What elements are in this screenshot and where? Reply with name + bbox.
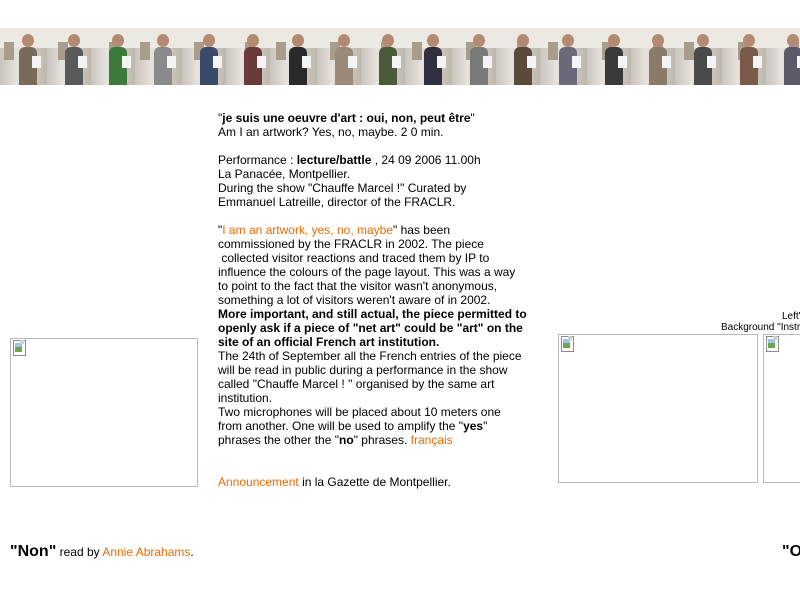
mic-2a: from another. One will be used to amplif…: [218, 419, 464, 433]
banner-photo: [47, 28, 91, 85]
broken-image-icon: [12, 340, 26, 356]
during-line: During the show "Chauffe Marcel !" Curat…: [218, 181, 467, 195]
venue: La Panacée, Montpellier.: [218, 167, 351, 181]
artwork-desc-3: collected visitor reactions and traced t…: [218, 251, 490, 265]
important-1: More important, and still actual, the pi…: [218, 307, 538, 321]
banner-photo: [675, 28, 722, 85]
banner-photo: [766, 28, 800, 85]
right-image: [763, 334, 800, 483]
mic-3: phrases the other the "no" phrases. fran…: [218, 433, 538, 447]
artwork-line-rest: " has been: [393, 223, 450, 237]
middle-image: [558, 334, 758, 483]
artwork-desc-6: something a lot of visitors weren't awar…: [218, 293, 491, 307]
perf-date: , 24 09 2006 11.00h: [371, 153, 481, 167]
artwork-line: "I am an artwork, yes, no, maybe" has be…: [218, 223, 538, 237]
right-label-2: Background "Instr: [721, 322, 800, 333]
quote-mark: ": [483, 419, 488, 433]
announcement-rest: in la Gazette de Montpellier.: [298, 475, 451, 489]
francais-link[interactable]: français: [411, 433, 453, 447]
banner-photo-strip: [0, 28, 800, 85]
reading-2: will be read in public during a performa…: [218, 363, 508, 377]
mic-3c: " phrases.: [353, 433, 411, 447]
subtitle: Am I an artwork? Yes, no, maybe. 2 0 min…: [218, 125, 444, 139]
banner-photo: [540, 28, 587, 85]
broken-image-icon: [560, 336, 574, 352]
quote-mark: ": [470, 111, 475, 125]
banner-photo: [0, 28, 47, 85]
banner-photo: [452, 28, 496, 85]
period: .: [190, 545, 194, 559]
main-text: "je suis une oeuvre d'art : oui, non, pe…: [218, 111, 538, 489]
banner-photo: [182, 28, 226, 85]
important-text-3: site of an official French art instituti…: [218, 335, 440, 349]
artwork-link[interactable]: I am an artwork, yes, no, maybe: [222, 223, 393, 237]
artwork-desc-4: influence the colours of the page layout…: [218, 265, 516, 279]
important-3: site of an official French art instituti…: [218, 335, 538, 349]
banner-photo: [91, 28, 135, 85]
banner-photo: [317, 28, 361, 85]
mic-1: Two microphones will be placed about 10 …: [218, 405, 501, 419]
important-text-1: More important, and still actual, the pi…: [218, 307, 527, 321]
yes-word: yes: [463, 419, 484, 433]
banner-photo: [226, 28, 270, 85]
announcement-line: Announcement in la Gazette de Montpellie…: [218, 475, 538, 489]
artwork-desc-5: to point to the fact that the visitor wa…: [218, 279, 498, 293]
right-caption: "O: [782, 543, 800, 560]
perf-type: lecture/battle: [296, 153, 372, 167]
title-line: "je suis une oeuvre d'art : oui, non, pe…: [218, 111, 538, 125]
reading-1: The 24th of September all the French ent…: [218, 349, 522, 363]
banner-photo: [361, 28, 405, 85]
banner-photo: [405, 28, 452, 85]
mic-3a: phrases the other the ": [218, 433, 340, 447]
curator-line: Emmanuel Latreille, director of the FRAC…: [218, 195, 456, 209]
mic-2: from another. One will be used to amplif…: [218, 419, 538, 433]
important-2: openly ask if a piece of "net art" could…: [218, 321, 538, 335]
title-bold: je suis une oeuvre d'art : oui, non, peu…: [222, 111, 471, 125]
performance-line: Performance : lecture/battle , 24 09 200…: [218, 153, 538, 167]
perf-prefix: Performance :: [218, 153, 297, 167]
left-caption: "Non" read by Annie Abrahams.: [10, 543, 194, 561]
announcement-link[interactable]: Announcement: [218, 475, 299, 489]
reader-link[interactable]: Annie Abrahams: [102, 545, 190, 559]
right-label-1: Left': [782, 311, 800, 322]
caption-word: Non: [17, 543, 49, 560]
reading-4: institution.: [218, 391, 273, 405]
artwork-desc-2: commissioned by the FRACLR in 2002. The …: [218, 237, 484, 251]
broken-image-icon: [765, 336, 779, 352]
banner-photo: [135, 28, 182, 85]
banner-photo: [270, 28, 317, 85]
banner-photo: [722, 28, 766, 85]
banner-photo: [631, 28, 675, 85]
banner-photo: [587, 28, 631, 85]
reading-3: called "Chauffe Marcel ! " organised by …: [218, 377, 495, 391]
quote-mark: ": [10, 543, 18, 560]
banner-photo: [496, 28, 540, 85]
important-text-2: openly ask if a piece of "net art" could…: [218, 321, 523, 335]
left-image: [10, 338, 198, 487]
read-by-text: read by: [56, 545, 103, 559]
no-word: no: [339, 433, 354, 447]
